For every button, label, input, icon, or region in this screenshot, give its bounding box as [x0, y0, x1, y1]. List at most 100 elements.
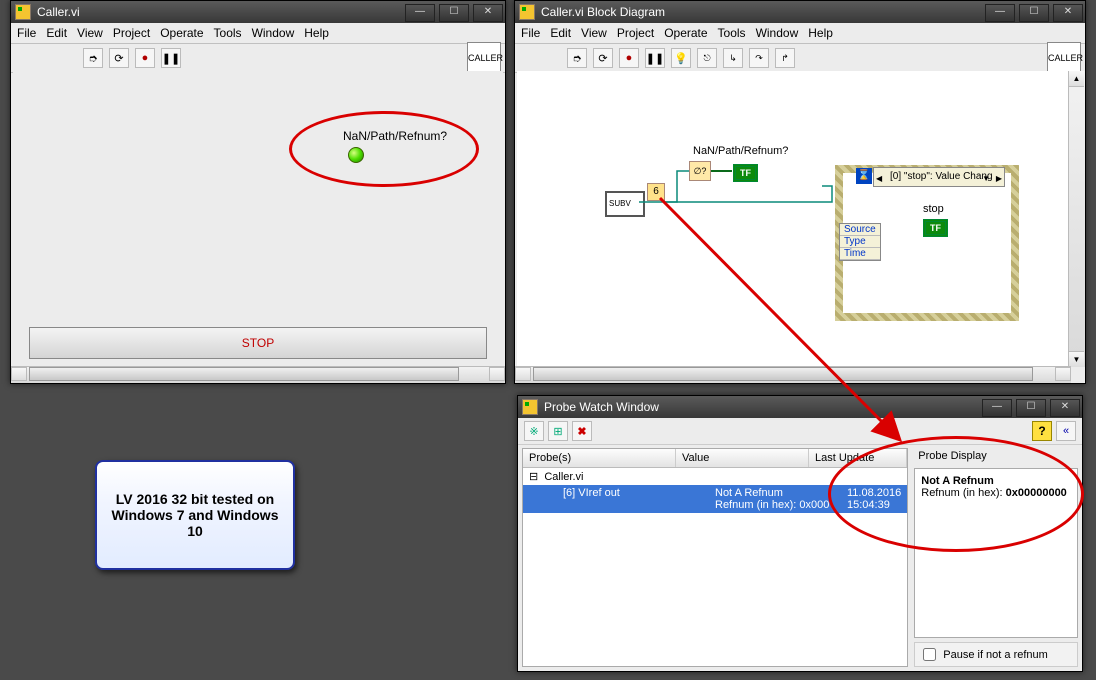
v-scrollbar[interactable] [1068, 71, 1085, 367]
titlebar[interactable]: Caller.vi — ☐ ✕ [11, 1, 505, 23]
boolean-led-indicator [348, 147, 364, 163]
case-right-arrow-icon[interactable]: ▶ [996, 170, 1002, 188]
case-left-arrow-icon[interactable]: ◀ [876, 170, 882, 188]
run-button[interactable]: ➮ [567, 48, 587, 68]
pause-checkbox[interactable] [923, 648, 936, 661]
menu-tools[interactable]: Tools [718, 26, 746, 40]
stop-button[interactable]: STOP [29, 327, 487, 359]
probe-display-hex: 0x00000000 [1006, 487, 1067, 499]
vi-icon-badge[interactable]: CALLER [467, 42, 501, 74]
probe-watch-window: Probe Watch Window — ☐ ✕ ※ ⊞ ✖ ? « Probe… [517, 395, 1083, 672]
step-over-button[interactable]: ↷ [749, 48, 769, 68]
menu-project[interactable]: Project [113, 26, 150, 40]
event-data-source: Source [840, 224, 880, 236]
event-data-type: Type [840, 236, 880, 248]
event-data-time: Time [840, 248, 880, 260]
menu-window[interactable]: Window [756, 26, 799, 40]
note-text: LV 2016 32 bit tested on Windows 7 and W… [105, 491, 285, 539]
menu-file[interactable]: File [521, 26, 540, 40]
menu-help[interactable]: Help [304, 26, 329, 40]
probe-display: Not A Refnum Refnum (in hex): 0x00000000 [914, 468, 1078, 638]
tree-collapse-icon[interactable]: ⊟ [529, 471, 538, 483]
menu-operate[interactable]: Operate [664, 26, 707, 40]
probe-list-header[interactable]: Probe(s) Value Last Update [523, 449, 907, 468]
probe-parent-name: Caller.vi [544, 471, 583, 483]
stop-terminal[interactable]: TF [923, 219, 948, 237]
collapse-panel-button[interactable]: « [1056, 421, 1076, 441]
menu-file[interactable]: File [17, 26, 36, 40]
abort-button[interactable]: ● [619, 48, 639, 68]
retain-wire-button[interactable]: ⎋ [697, 48, 717, 68]
not-a-refnum-node[interactable]: ∅? [689, 161, 711, 181]
probe-value: Not A Refnum Refnum (in hex): 0x000 [709, 485, 841, 513]
highlight-execution-button[interactable]: 💡 [671, 48, 691, 68]
new-probe-button[interactable]: ※ [524, 421, 544, 441]
run-button[interactable]: ➮ [83, 48, 103, 68]
step-into-button[interactable]: ↳ [723, 48, 743, 68]
pause-button[interactable]: ❚❚ [161, 48, 181, 68]
pause-button[interactable]: ❚❚ [645, 48, 665, 68]
h-scrollbar[interactable] [515, 366, 1071, 383]
annotation-note: LV 2016 32 bit tested on Windows 7 and W… [95, 460, 295, 570]
window-title: Probe Watch Window [544, 400, 980, 414]
titlebar[interactable]: Caller.vi Block Diagram — ☐ ✕ [515, 1, 1085, 23]
minimize-button[interactable]: — [405, 4, 435, 22]
menu-edit[interactable]: Edit [550, 26, 571, 40]
maximize-button[interactable]: ☐ [1019, 4, 1049, 22]
menu-view[interactable]: View [77, 26, 103, 40]
menu-project[interactable]: Project [617, 26, 654, 40]
minimize-button[interactable]: — [985, 4, 1015, 22]
toolbar: ➮ ⟳ ● ❚❚ ? CALLER [11, 44, 505, 73]
minimize-button[interactable]: — [982, 399, 1012, 417]
menu-tools[interactable]: Tools [214, 26, 242, 40]
h-scrollbar[interactable] [11, 366, 505, 383]
close-button[interactable]: ✕ [1050, 399, 1080, 417]
delete-probe-button[interactable]: ✖ [572, 421, 592, 441]
vi-icon [519, 4, 535, 20]
block-diagram-area[interactable]: SUBV 6 ∅? TF NaN/Path/Refnum? ⌛ ◀ [0] "s… [517, 71, 1069, 367]
toolbar: ※ ⊞ ✖ ? « [518, 418, 1082, 445]
probe-tree-row[interactable]: ⊟ Caller.vi [523, 468, 907, 485]
close-button[interactable]: ✕ [473, 4, 503, 22]
event-structure[interactable]: ⌛ ◀ [0] "stop": Value Chang ▼ ▶ Source T… [835, 165, 1019, 321]
window-title: Caller.vi [37, 5, 403, 19]
vi-icon-badge[interactable]: CALLER [1047, 42, 1081, 74]
blockdiagram-window: Caller.vi Block Diagram — ☐ ✕ File Edit … [514, 0, 1086, 384]
help-icon[interactable]: ? [1032, 421, 1052, 441]
menu-view[interactable]: View [581, 26, 607, 40]
stop-terminal-label: stop [923, 203, 944, 215]
event-case-label: [0] "stop": Value Chang [890, 171, 993, 182]
indicator-label: NaN/Path/Refnum? [343, 129, 447, 143]
menu-help[interactable]: Help [808, 26, 833, 40]
window-title: Caller.vi Block Diagram [541, 5, 983, 19]
col-probes[interactable]: Probe(s) [523, 449, 676, 467]
probe-lastupdate: 11.08.2016 15:04:39 [841, 485, 907, 513]
maximize-button[interactable]: ☐ [1016, 399, 1046, 417]
probe-display-title: Not A Refnum [921, 475, 1071, 487]
event-data-node[interactable]: Source Type Time [839, 223, 881, 261]
col-value[interactable]: Value [676, 449, 809, 467]
probe-display-label: Probe Display [914, 448, 1078, 464]
close-button[interactable]: ✕ [1053, 4, 1083, 22]
menu-edit[interactable]: Edit [46, 26, 67, 40]
menubar[interactable]: File Edit View Project Operate Tools Win… [11, 23, 505, 44]
step-out-button[interactable]: ↱ [775, 48, 795, 68]
abort-button[interactable]: ● [135, 48, 155, 68]
menu-operate[interactable]: Operate [160, 26, 203, 40]
col-lastupdate[interactable]: Last Update [809, 449, 907, 467]
menubar[interactable]: File Edit View Project Operate Tools Win… [515, 23, 1085, 44]
event-timeout-icon: ⌛ [856, 168, 872, 184]
pause-condition-row[interactable]: Pause if not a refnum [914, 642, 1078, 667]
select-probe-button[interactable]: ⊞ [548, 421, 568, 441]
event-case-selector[interactable]: ⌛ ◀ [0] "stop": Value Chang ▼ ▶ [873, 167, 1005, 187]
run-continuous-button[interactable]: ⟳ [109, 48, 129, 68]
run-continuous-button[interactable]: ⟳ [593, 48, 613, 68]
annotation-ellipse [289, 111, 479, 187]
menu-window[interactable]: Window [252, 26, 295, 40]
boolean-indicator-terminal[interactable]: TF [733, 164, 758, 182]
case-dropdown-icon[interactable]: ▼ [982, 170, 990, 188]
probe-list[interactable]: Probe(s) Value Last Update ⊟ Caller.vi [… [522, 448, 908, 667]
titlebar[interactable]: Probe Watch Window — ☐ ✕ [518, 396, 1082, 418]
maximize-button[interactable]: ☐ [439, 4, 469, 22]
probe-item-row[interactable]: [6] VIref out Not A Refnum Refnum (in he… [523, 485, 907, 513]
